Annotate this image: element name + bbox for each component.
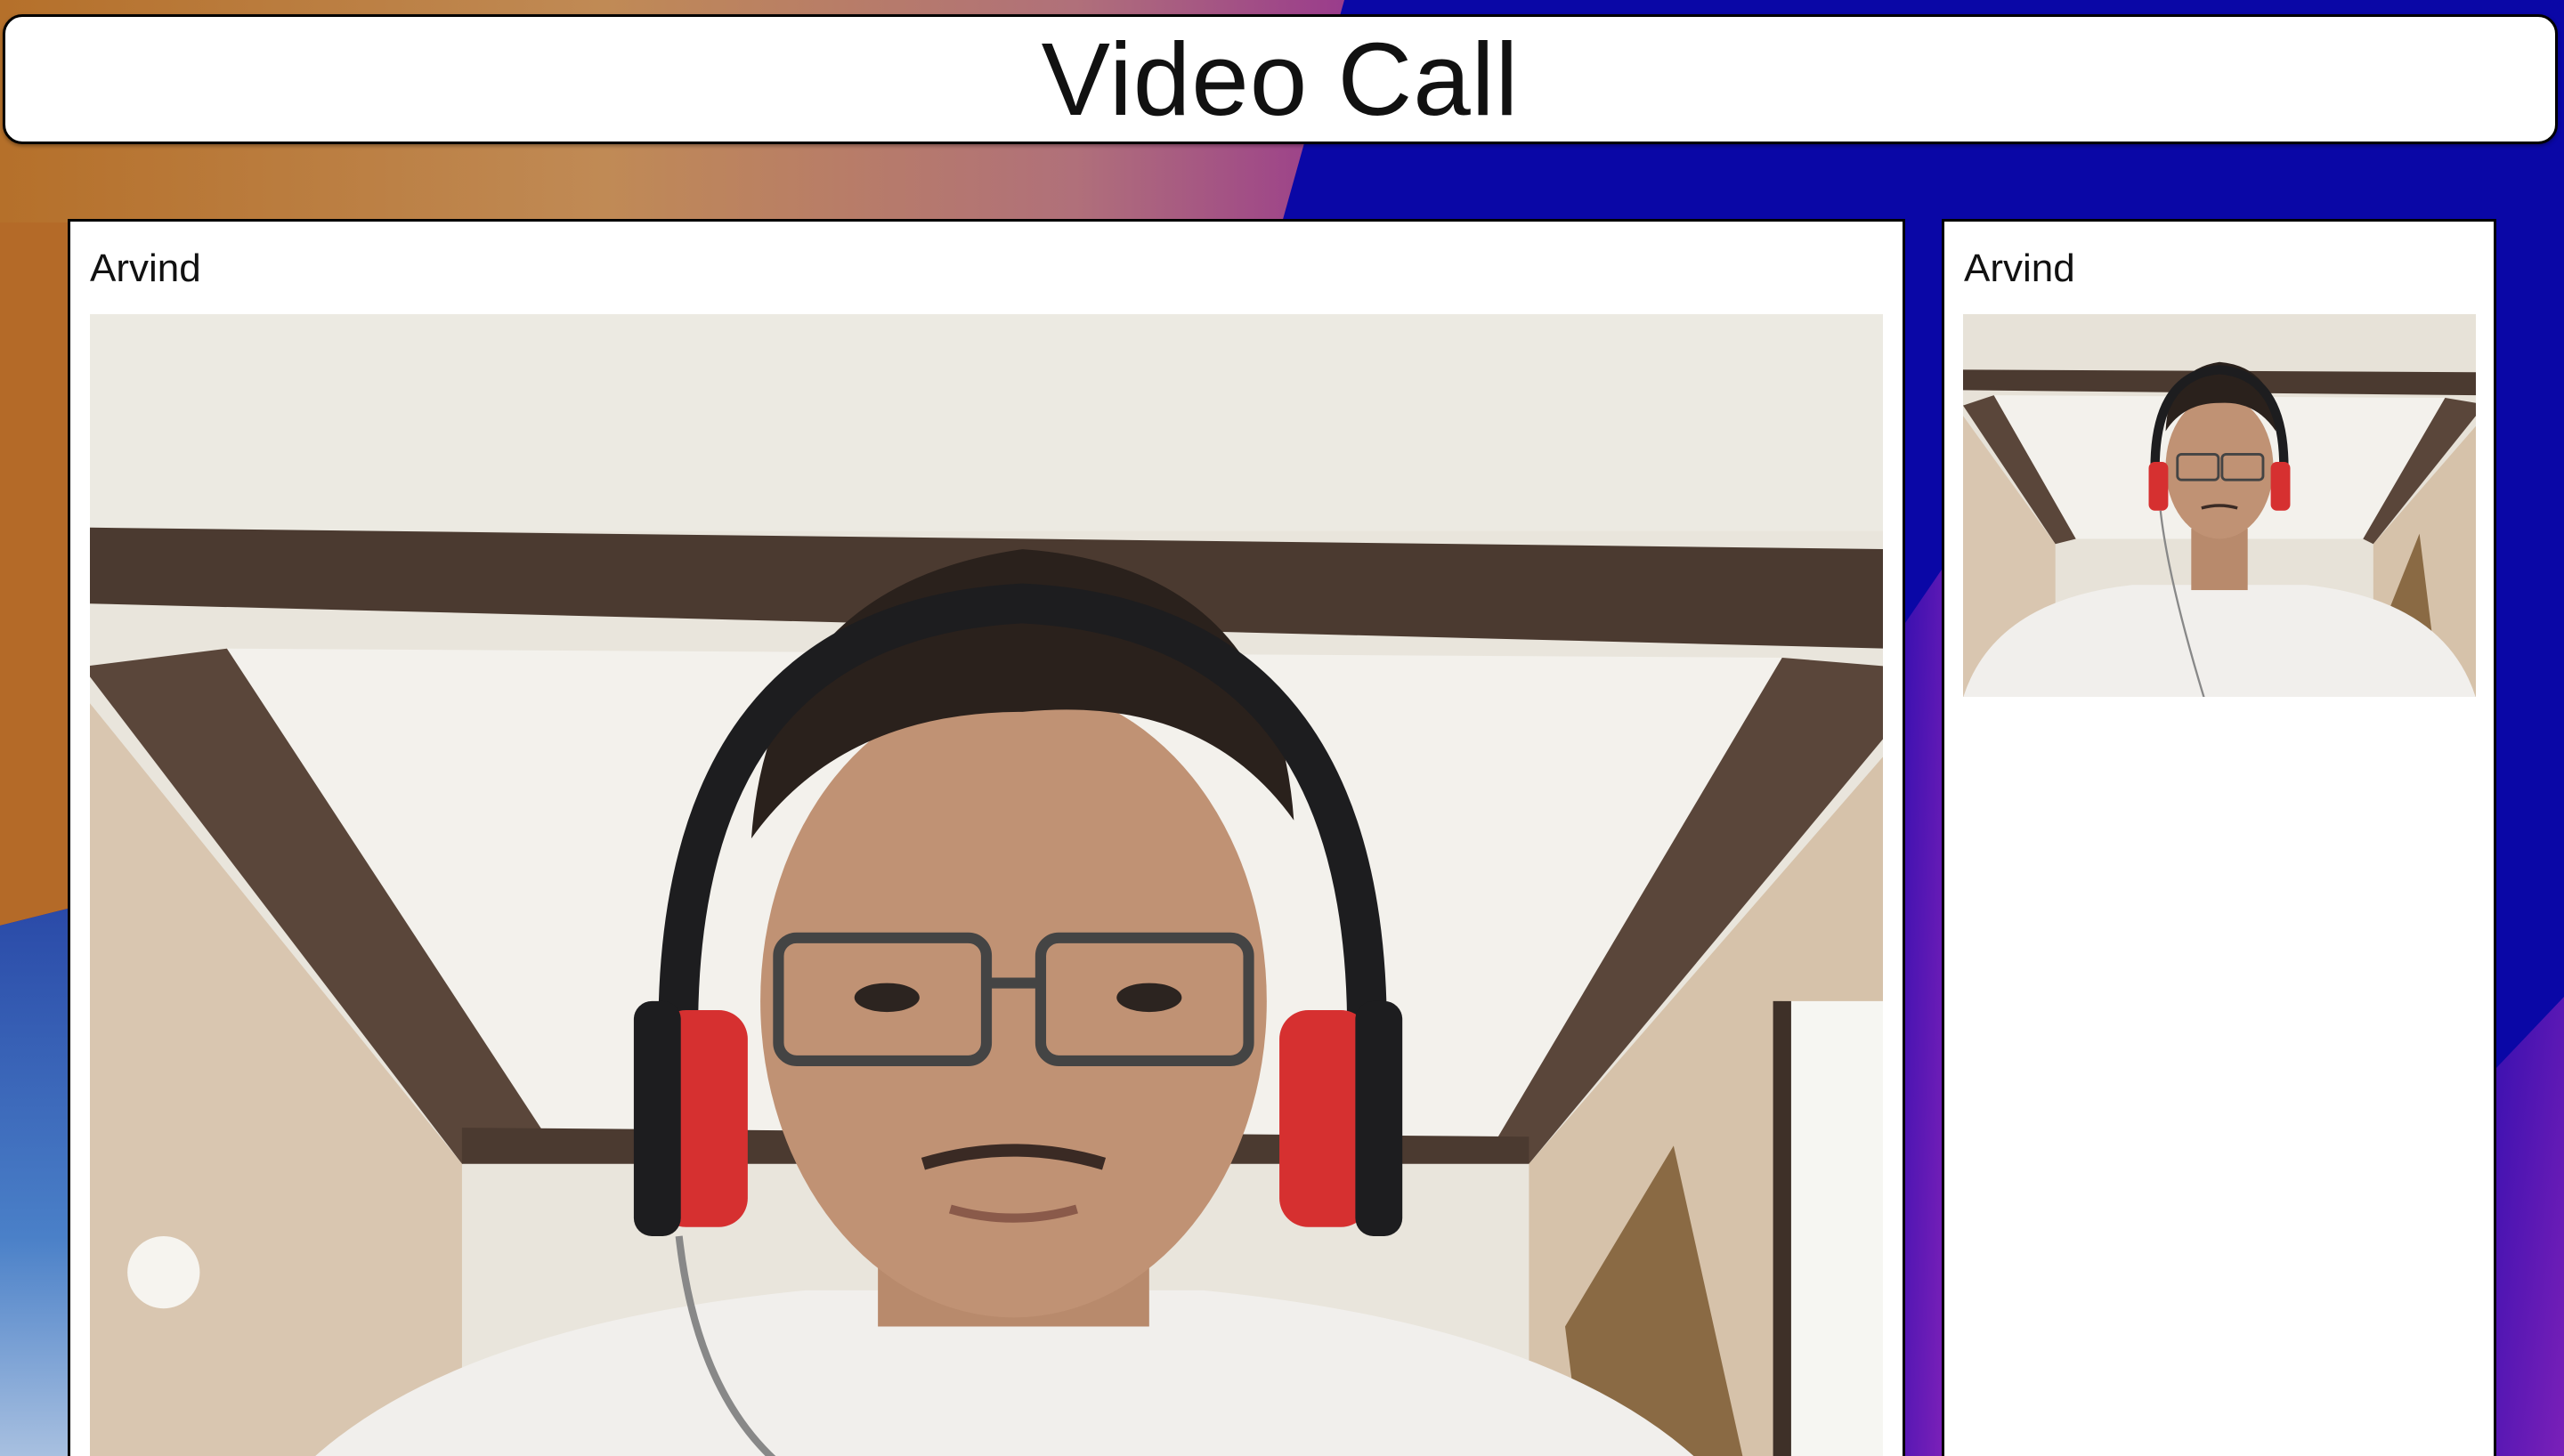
title-bar: Video Call bbox=[3, 14, 2558, 144]
participant-name-label: Arvind bbox=[90, 247, 201, 290]
self-video-image bbox=[1963, 314, 2476, 697]
participant-name-label: Arvind bbox=[1964, 247, 2075, 290]
main-video-panel: Arvind bbox=[68, 219, 1905, 1456]
self-view-panel: Arvind bbox=[1942, 219, 2496, 1456]
remote-video-feed[interactable] bbox=[90, 314, 1883, 1456]
page-title: Video Call bbox=[1041, 21, 1520, 137]
person-video-image bbox=[90, 314, 1883, 1456]
local-video-feed[interactable] bbox=[1963, 314, 2476, 697]
